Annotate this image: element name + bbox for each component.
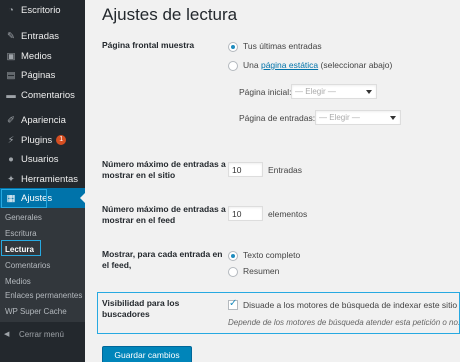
option-latest-posts-label: Tus últimas entradas: [243, 41, 322, 51]
discourage-search-label: Disuade a los motores de búsqueda de ind…: [243, 300, 458, 310]
menu-item-medios[interactable]: ▣ Medios: [0, 46, 85, 66]
menu-item-plugins[interactable]: ⚡ Plugins 1: [0, 130, 85, 150]
visibility-description: Depende de los motores de búsqueda atend…: [228, 318, 460, 327]
submenu-extension: Enlaces permanentes WP Super Cache: [0, 290, 85, 322]
pages-icon: ▤: [6, 69, 16, 81]
submenu-enlaces-permanentes[interactable]: Enlaces permanentes: [5, 291, 82, 300]
menu-item-entradas[interactable]: ✎ Entradas: [0, 26, 85, 46]
appearance-icon: ✐: [7, 114, 15, 126]
posts-per-feed-label: Número máximo de entradas a mostrar en e…: [102, 204, 226, 225]
ajustes-highlight: [1, 189, 47, 208]
static-page-link[interactable]: página estática: [261, 60, 318, 70]
admin-sidebar: ◔ Escritorio ✎ Entradas ▣ Medios ▤ Págin…: [0, 0, 85, 362]
posts-per-page-label: Número máximo de entradas a mostrar en e…: [102, 159, 226, 180]
menu-label: Entradas: [21, 30, 60, 42]
tools-icon: ✦: [7, 173, 15, 185]
radio-summary[interactable]: [228, 267, 238, 277]
update-count-badge: 1: [56, 135, 67, 145]
save-changes-button[interactable]: Guardar cambios: [102, 346, 192, 362]
chevron-down-icon: [366, 90, 372, 94]
posts-per-page-unit: Entradas: [268, 165, 303, 175]
posts-per-feed-unit: elementos: [268, 209, 308, 219]
option-summary-label: Resumen: [243, 266, 280, 276]
menu-label: Usuarios: [21, 153, 59, 165]
menu-label: Herramientas: [21, 173, 79, 185]
submenu-generales[interactable]: Generales: [5, 213, 42, 222]
menu-item-usuarios[interactable]: ● Usuarios: [0, 149, 85, 169]
option-static-page-label: Una página estática (seleccionar abajo): [243, 60, 393, 70]
posts-page-select[interactable]: — Elegir —: [315, 110, 401, 125]
front-page-label: Página frontal muestra: [102, 40, 195, 50]
media-icon: ▣: [6, 50, 16, 62]
menu-item-escritorio[interactable]: ◔ Escritorio: [0, 0, 85, 20]
users-icon: ●: [8, 153, 14, 165]
menu-label: Comentarios: [21, 89, 75, 101]
posts-page-label: Página de entradas:: [239, 113, 316, 123]
posts-per-feed-input[interactable]: 10: [228, 206, 263, 221]
visibility-label: Visibilidad para los buscadores: [102, 298, 180, 319]
chevron-down-icon: [390, 116, 396, 120]
discourage-search-checkbox[interactable]: ✓: [228, 298, 238, 310]
submenu-medios[interactable]: Medios: [5, 277, 31, 286]
menu-item-paginas[interactable]: ▤ Páginas: [0, 65, 85, 85]
collapse-icon: ◀: [4, 331, 10, 338]
checkmark-icon: ✓: [229, 298, 238, 309]
menu-label: Medios: [21, 50, 52, 62]
menu-item-comentarios[interactable]: ▬ Comentarios: [0, 85, 85, 105]
menu-label: Apariencia: [21, 114, 66, 126]
radio-full-text[interactable]: [228, 251, 238, 261]
page-title: Ajustes de lectura: [102, 5, 238, 24]
comments-icon: ▬: [6, 89, 16, 101]
submenu-escritura[interactable]: Escritura: [5, 229, 37, 238]
select-value: — Elegir —: [319, 113, 360, 122]
home-page-label: Página inicial:: [239, 87, 292, 97]
submenu-wp-super-cache[interactable]: WP Super Cache: [5, 307, 67, 316]
dashboard-icon: ◔: [8, 4, 14, 16]
main-content: Ajustes de lectura Página frontal muestr…: [85, 0, 460, 362]
plugins-icon: ⚡: [7, 134, 15, 146]
option-full-text-label: Texto completo: [243, 250, 301, 260]
radio-latest-posts[interactable]: [228, 42, 238, 52]
select-value: — Elegir —: [295, 87, 336, 96]
submenu-comentarios[interactable]: Comentarios: [5, 261, 50, 270]
pin-icon: ✎: [7, 30, 15, 42]
posts-per-page-input[interactable]: 10: [228, 162, 263, 177]
menu-item-apariencia[interactable]: ✐ Apariencia: [0, 110, 85, 130]
collapse-label: Cerrar menú: [19, 329, 64, 339]
radio-static-page[interactable]: [228, 61, 238, 71]
menu-label: Plugins: [21, 134, 53, 146]
feed-show-label: Mostrar, para cada entrada en el feed,: [102, 249, 223, 270]
menu-label: Páginas: [21, 69, 56, 81]
lectura-highlight: [1, 240, 41, 256]
home-page-select[interactable]: — Elegir —: [291, 84, 377, 99]
collapse-menu-button[interactable]: ◀ Cerrar menú: [0, 327, 85, 341]
menu-item-herramientas[interactable]: ✦ Herramientas: [0, 169, 85, 189]
menu-label: Escritorio: [21, 4, 61, 16]
